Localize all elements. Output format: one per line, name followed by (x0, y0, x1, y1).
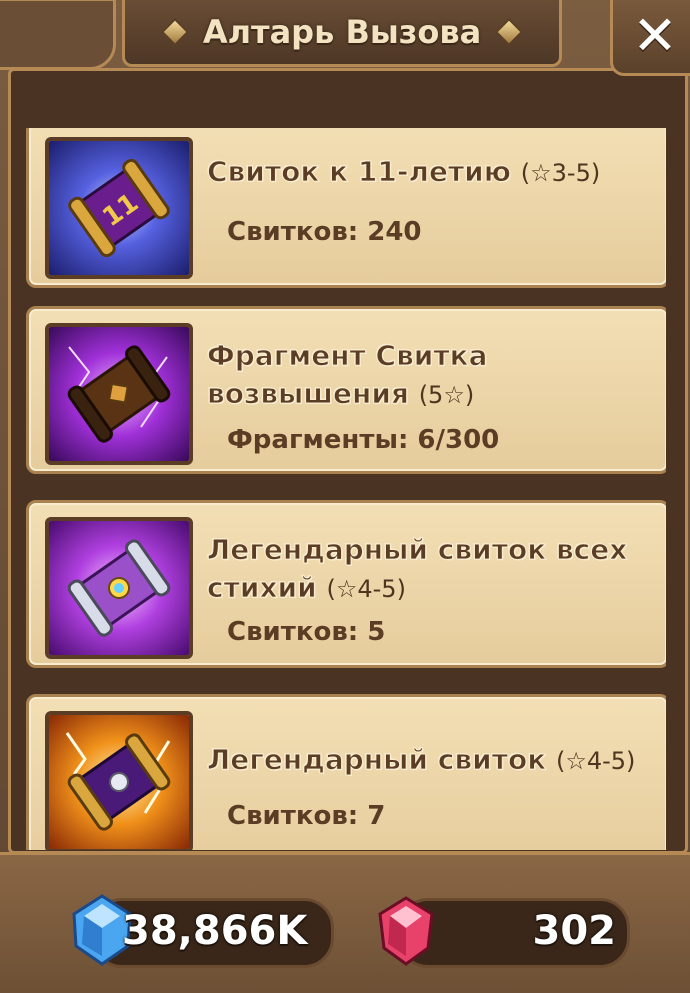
scroll-name-line2: возвышения (207, 377, 410, 411)
crystal-icon (378, 896, 434, 966)
scroll-name-line1: Легендарный свиток всех (206, 533, 628, 567)
frame-corner-left (0, 0, 116, 70)
anniversary-scroll-icon: 11 (45, 137, 193, 279)
scroll-count: Свитков: 7 (227, 801, 386, 831)
close-icon: ✕ (632, 4, 678, 67)
list-item-transcendence-fragment[interactable]: Фрагмент Свитка возвышения (5☆) Фрагмент… (26, 306, 666, 474)
title-ornament-right-icon (495, 17, 524, 47)
scroll-name-line2: стихий (207, 571, 318, 605)
scroll-list[interactable]: 11 Свиток к 11-летию (☆3-5) Свитков: 240 (22, 128, 666, 850)
scroll-title: Свиток к 11-летию (☆3-5) (206, 153, 657, 192)
crystal-value: 302 (532, 908, 617, 954)
scroll-count: Свитков: 5 (227, 617, 386, 647)
legendary-scroll-icon (45, 711, 193, 850)
close-button[interactable]: ✕ (610, 0, 690, 76)
scroll-name-line1: Фрагмент Свитка (207, 339, 489, 373)
list-item-legendary-scroll[interactable]: Легендарный свиток (☆4-5) Свитков: 7 (26, 694, 666, 850)
page-title: Алтарь Вызова (202, 13, 482, 51)
scroll-count: Фрагменты: 6/300 (227, 425, 500, 455)
scroll-count: Свитков: 240 (227, 217, 422, 247)
scroll-grade: (5☆) (418, 381, 475, 409)
title-ornament-left-icon (160, 17, 189, 47)
scroll-grade: (☆3-5) (520, 159, 601, 187)
scroll-name: Свиток к 11-летию (206, 155, 512, 189)
scroll-title: Легендарный свиток всех стихий (☆4-5) (206, 531, 657, 608)
scroll-title: Фрагмент Свитка возвышения (5☆) (207, 337, 657, 414)
scroll-grade: (☆4-5) (326, 575, 406, 603)
legendary-all-attribute-scroll-icon (45, 517, 193, 659)
scroll-title: Легендарный свиток (☆4-5) (206, 741, 657, 780)
list-item-legendary-all-attribute[interactable]: Легендарный свиток всех стихий (☆4-5) Св… (26, 500, 666, 668)
transcendence-scroll-fragment-icon (45, 323, 193, 465)
mana-value: 38,866K (122, 908, 308, 954)
list-item-anniversary-scroll[interactable]: 11 Свиток к 11-летию (☆3-5) Свитков: 240 (26, 128, 666, 288)
scroll-name: Легендарный свиток (206, 743, 547, 777)
scroll-grade: (☆4-5) (555, 747, 636, 775)
title-plate: Алтарь Вызова (122, 0, 562, 67)
